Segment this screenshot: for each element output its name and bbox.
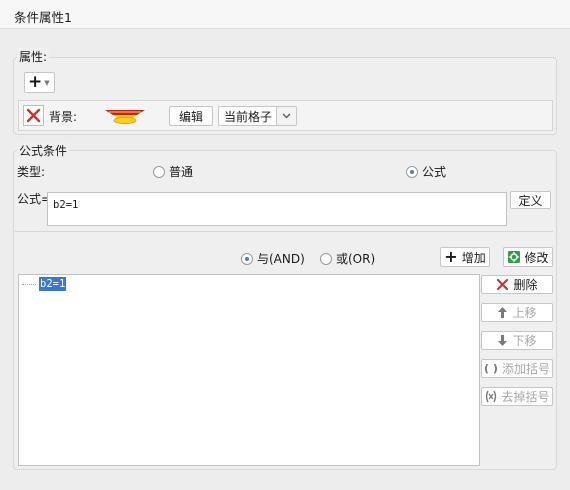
chevron-down-icon bbox=[276, 107, 296, 125]
type-radio-formula[interactable]: 公式 bbox=[406, 163, 446, 180]
bracket-icon: ( ) bbox=[484, 362, 498, 375]
modify-condition-button[interactable]: 修改 bbox=[503, 247, 553, 267]
radio-icon bbox=[320, 252, 332, 265]
scope-select-value: 当前格子 bbox=[224, 109, 273, 124]
remove-bracket-button[interactable]: 去掉括号 bbox=[481, 387, 553, 406]
radio-icon bbox=[241, 252, 253, 265]
add-bracket-label: 添加括号 bbox=[501, 362, 550, 376]
radio-icon bbox=[406, 165, 418, 178]
modify-icon bbox=[508, 251, 521, 263]
add-attribute-button[interactable]: + ▼ bbox=[24, 72, 55, 93]
formula-input[interactable]: b2=1 bbox=[47, 192, 507, 226]
logic-radio-and[interactable]: 与(AND) bbox=[241, 250, 305, 267]
list-item-text: b2=1 bbox=[39, 277, 67, 291]
type-label: 类型: bbox=[17, 165, 46, 179]
red-x-icon bbox=[26, 108, 41, 123]
chevron-down-icon: ▼ bbox=[44, 78, 50, 87]
delete-icon bbox=[497, 278, 509, 291]
arrow-down-icon bbox=[498, 335, 508, 346]
add-condition-label: 增加 bbox=[461, 250, 486, 265]
delete-label: 删除 bbox=[513, 278, 538, 292]
plus-icon: + bbox=[28, 72, 43, 92]
radio-icon bbox=[153, 165, 165, 178]
type-formula-label: 公式 bbox=[422, 165, 447, 179]
logic-and-label: 与(AND) bbox=[257, 252, 305, 266]
move-down-label: 下移 bbox=[512, 334, 537, 348]
add-bracket-button[interactable]: ( ) 添加括号 bbox=[481, 359, 553, 378]
tree-line bbox=[22, 284, 36, 285]
list-item[interactable]: b2=1 bbox=[22, 277, 70, 292]
delete-button[interactable]: 删除 bbox=[481, 275, 553, 294]
formula-condition-legend: 公式条件 bbox=[17, 142, 70, 159]
move-down-button[interactable]: 下移 bbox=[481, 331, 553, 350]
condition-list[interactable]: b2=1 bbox=[18, 274, 480, 466]
edit-background-button[interactable]: 编辑 bbox=[169, 106, 213, 126]
remove-bracket-label: 去掉括号 bbox=[501, 390, 550, 404]
background-preview bbox=[103, 107, 147, 125]
delete-background-icon[interactable] bbox=[23, 105, 44, 126]
modify-condition-label: 修改 bbox=[524, 250, 549, 265]
formula-input-value: b2=1 bbox=[53, 199, 79, 211]
plus-icon: + bbox=[444, 247, 458, 266]
move-up-label: 上移 bbox=[512, 306, 537, 320]
title-bar: 条件属性1 bbox=[0, 0, 570, 29]
define-button[interactable]: 定义 bbox=[510, 191, 551, 209]
add-condition-button[interactable]: + 增加 bbox=[440, 247, 490, 267]
logic-or-label: 或(OR) bbox=[336, 252, 376, 266]
attributes-legend: 属性: bbox=[17, 48, 50, 65]
background-label: 背景: bbox=[49, 110, 78, 124]
move-up-button[interactable]: 上移 bbox=[481, 303, 553, 322]
scope-select[interactable]: 当前格子 bbox=[218, 106, 297, 126]
arrow-up-icon bbox=[498, 307, 508, 318]
logic-radio-or[interactable]: 或(OR) bbox=[320, 250, 375, 267]
window-title: 条件属性1 bbox=[14, 10, 72, 25]
type-normal-label: 普通 bbox=[169, 165, 194, 179]
formula-label: 公式= bbox=[17, 192, 52, 206]
background-image-icon bbox=[105, 110, 145, 125]
type-radio-normal[interactable]: 普通 bbox=[153, 163, 193, 180]
divider bbox=[15, 231, 553, 232]
remove-bracket-icon bbox=[486, 390, 497, 403]
